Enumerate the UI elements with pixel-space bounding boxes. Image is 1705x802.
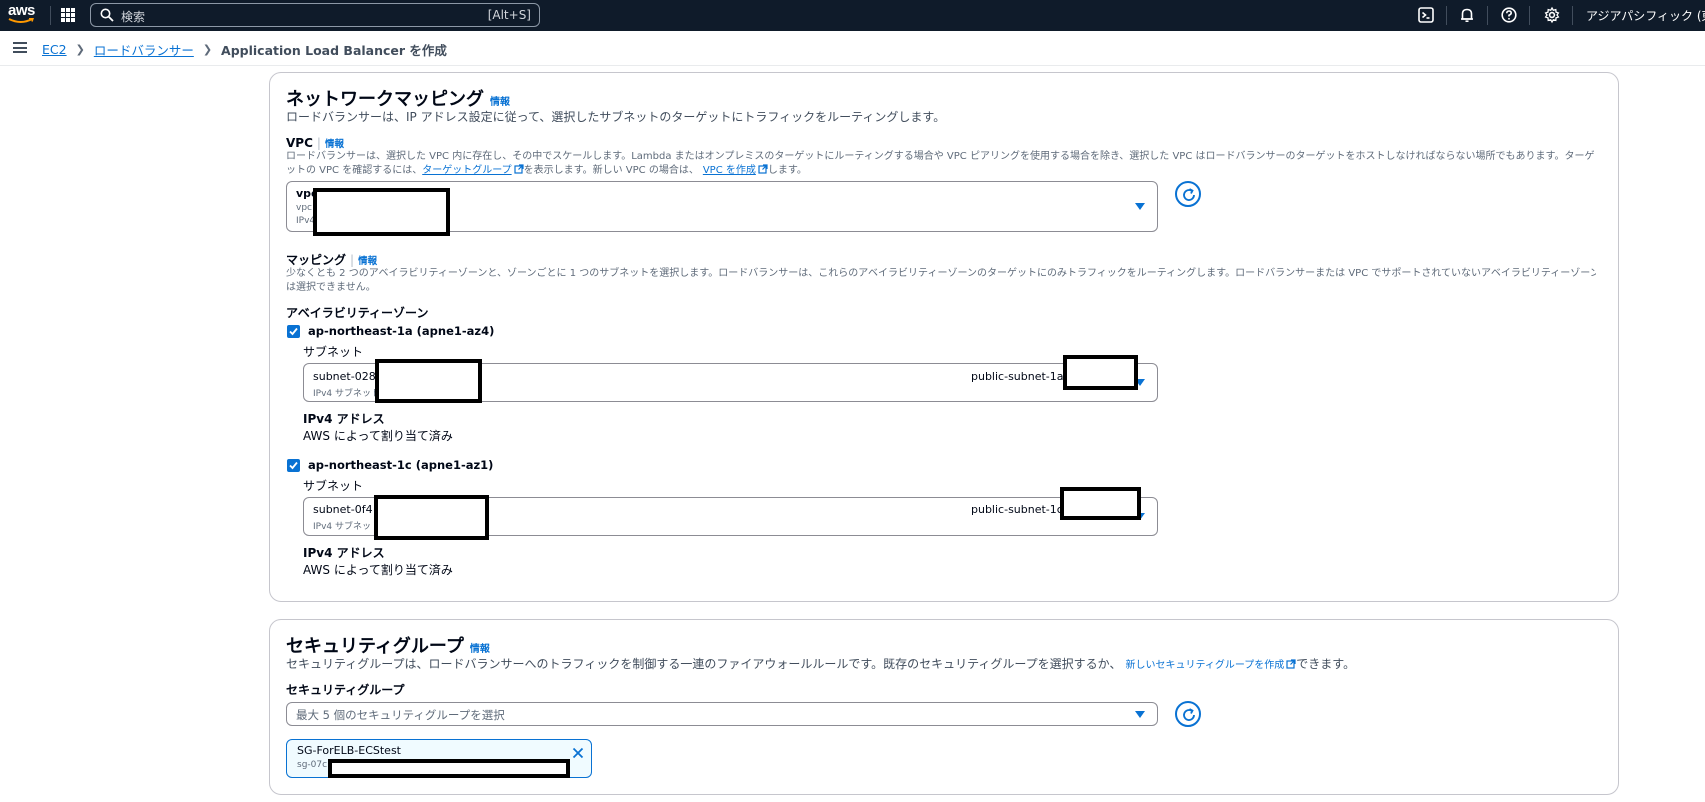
nav-divider bbox=[1487, 6, 1488, 25]
ipv4-address-value: AWS によって割り当て済み bbox=[303, 563, 453, 577]
search-shortcut: [Alt+S] bbox=[487, 8, 531, 22]
az-1a-checkbox[interactable] bbox=[287, 325, 300, 338]
ipv4-address-label: IPv4 アドレス bbox=[303, 412, 385, 426]
vpc-help-line1: ロードバランサーは、選択した VPC 内に存在し、その中でスケールします。Lam… bbox=[286, 151, 1595, 162]
security-group-field-label: セキュリティグループ bbox=[286, 683, 405, 697]
redaction-box bbox=[375, 359, 482, 403]
subnet-1c-type: IPv4 サブネット bbox=[313, 522, 380, 532]
redaction-box bbox=[328, 759, 570, 778]
subnet-1c-id: subnet-0f4 bbox=[313, 503, 373, 516]
region-selector[interactable]: アジアパシフィック (東京) bbox=[1586, 7, 1705, 24]
cloudshell-icon[interactable] bbox=[1417, 6, 1435, 24]
subnet-1a-name: public-subnet-1a- bbox=[971, 370, 1068, 383]
network-description: ロードバランサーは、IP アドレス設定に従って、選択したサブネットのターゲットに… bbox=[286, 110, 946, 124]
subnet-1a-id: subnet-028 bbox=[313, 370, 376, 383]
search-input[interactable]: 検索 [Alt+S] bbox=[90, 3, 540, 27]
subnet-label: サブネット bbox=[303, 479, 364, 493]
mapping-help-line2: は選択できません。 bbox=[286, 282, 376, 293]
security-group-token-name: SG-ForELB-ECStest bbox=[297, 744, 401, 757]
mapping-help-line1: 少なくとも 2 つのアベイラビリティーゾーンと、ゾーンごとに 1 つのサブネット… bbox=[286, 268, 1596, 279]
caret-down-icon bbox=[1135, 203, 1145, 210]
refresh-icon bbox=[1183, 188, 1195, 201]
external-link-icon bbox=[1286, 659, 1296, 669]
breadcrumb: EC2 ❯ ロードバランサー ❯ Application Load Balanc… bbox=[42, 40, 447, 59]
redaction-box bbox=[374, 495, 489, 540]
vpc-help-text: ロードバランサーは、選択した VPC 内に存在し、その中でスケールします。Lam… bbox=[286, 150, 1596, 178]
network-mapping-container: ネットワークマッピング 情報 ロードバランサーは、IP アドレス設定に従って、選択… bbox=[269, 72, 1619, 602]
search-placeholder: 検索 bbox=[121, 10, 146, 24]
aws-logo-text: aws bbox=[8, 2, 35, 19]
vpc-help-text-part: を表示します。新しい VPC の場合は、 bbox=[523, 165, 699, 176]
subnet-1a-type: IPv4 サブネット bbox=[313, 389, 380, 399]
mapping-label-text: マッピング bbox=[286, 253, 347, 267]
refresh-icon bbox=[1183, 708, 1195, 721]
breadcrumb-current: Application Load Balancer を作成 bbox=[221, 43, 447, 58]
external-link-icon bbox=[514, 164, 524, 174]
create-vpc-link[interactable]: VPC を作成 bbox=[703, 165, 756, 176]
security-group-token-id: sg-07c bbox=[297, 760, 328, 770]
vpc-help-line2: ットの VPC を確認するには、ターゲットグループ を表示します。新しい VPC … bbox=[286, 164, 1596, 178]
mapping-help-text: 少なくとも 2 つのアベイラビリティーゾーンと、ゾーンごとに 1 つのサブネット… bbox=[286, 267, 1596, 295]
security-info-link[interactable]: 情報 bbox=[470, 644, 490, 655]
security-group-placeholder: 最大 5 個のセキュリティグループを選択 bbox=[296, 708, 505, 722]
vpc-selected-id: vpc bbox=[296, 203, 312, 213]
security-group-refresh-button[interactable] bbox=[1175, 701, 1201, 727]
checkmark-icon bbox=[289, 461, 298, 470]
security-description-text: できます。 bbox=[1296, 657, 1356, 671]
subnet-label: サブネット bbox=[303, 345, 364, 359]
security-description: セキュリティグループは、ロードバランサーへのトラフィックを制御する一連のファイア… bbox=[286, 655, 1355, 672]
redaction-box bbox=[1060, 487, 1141, 520]
label-separator: | bbox=[350, 253, 355, 267]
breadcrumb-ec2-link[interactable]: EC2 bbox=[42, 42, 67, 57]
aws-logo[interactable]: aws bbox=[8, 3, 38, 27]
az-heading: アベイラビリティーゾーン bbox=[286, 306, 429, 320]
az-1c-label: ap-northeast-1c (apne1-az1) bbox=[308, 458, 494, 472]
mapping-label: マッピング | 情報 bbox=[286, 251, 377, 268]
services-grid-icon[interactable] bbox=[61, 8, 75, 22]
notifications-bell-icon[interactable] bbox=[1458, 6, 1476, 24]
redaction-box bbox=[313, 188, 450, 236]
remove-close-icon[interactable] bbox=[571, 746, 585, 760]
security-description-text: セキュリティグループは、ロードバランサーへのトラフィックを制御する一連のファイア… bbox=[286, 657, 1122, 671]
network-info-link[interactable]: 情報 bbox=[490, 97, 510, 108]
vpc-info-link[interactable]: 情報 bbox=[325, 139, 344, 150]
az-1c-checkbox[interactable] bbox=[287, 459, 300, 472]
nav-divider bbox=[50, 6, 51, 25]
vpc-refresh-button[interactable] bbox=[1175, 181, 1201, 207]
nav-divider bbox=[1529, 6, 1530, 25]
ipv4-address-value: AWS によって割り当て済み bbox=[303, 429, 453, 443]
vpc-label: VPC | 情報 bbox=[286, 136, 344, 150]
search-icon bbox=[100, 8, 114, 22]
nav-divider bbox=[1572, 6, 1573, 25]
help-icon[interactable] bbox=[1500, 6, 1518, 24]
chevron-right-icon: ❯ bbox=[202, 43, 213, 56]
subnet-1c-name: public-subnet-1c bbox=[971, 503, 1063, 516]
label-separator: | bbox=[316, 136, 321, 150]
az-1a-label: ap-northeast-1a (apne1-az4) bbox=[308, 324, 495, 338]
menu-hamburger-icon[interactable] bbox=[13, 42, 27, 53]
vpc-help-text-part: ットの VPC を確認するには、 bbox=[286, 165, 423, 176]
checkmark-icon bbox=[289, 327, 298, 336]
vpc-help-text-part: します。 bbox=[767, 165, 807, 176]
security-group-select[interactable]: 最大 5 個のセキュリティグループを選択 bbox=[286, 702, 1158, 726]
section-title-text: ネットワークマッピング bbox=[286, 89, 484, 110]
nav-divider bbox=[1446, 6, 1447, 25]
create-security-group-link[interactable]: 新しいセキュリティグループを作成 bbox=[1125, 660, 1284, 671]
target-group-link[interactable]: ターゲットグループ bbox=[422, 165, 511, 176]
vpc-label-text: VPC bbox=[286, 136, 313, 150]
caret-down-icon bbox=[1135, 711, 1145, 718]
redaction-box bbox=[1063, 355, 1138, 390]
section-title-text: セキュリティグループ bbox=[286, 636, 464, 657]
ipv4-address-label: IPv4 アドレス bbox=[303, 546, 385, 560]
chevron-right-icon: ❯ bbox=[75, 43, 85, 56]
breadcrumb-bar: EC2 ❯ ロードバランサー ❯ Application Load Balanc… bbox=[0, 31, 1705, 66]
external-link-icon bbox=[758, 164, 768, 174]
mapping-info-link[interactable]: 情報 bbox=[358, 256, 377, 267]
security-groups-container: セキュリティグループ 情報 セキュリティグループは、ロードバランサーへのトラフィッ… bbox=[269, 619, 1619, 795]
breadcrumb-load-balancers-link[interactable]: ロードバランサー bbox=[94, 40, 194, 59]
top-navigation: aws 検索 [Alt+S] アジアパシフィック (東 bbox=[0, 0, 1705, 31]
settings-gear-icon[interactable] bbox=[1543, 6, 1561, 24]
